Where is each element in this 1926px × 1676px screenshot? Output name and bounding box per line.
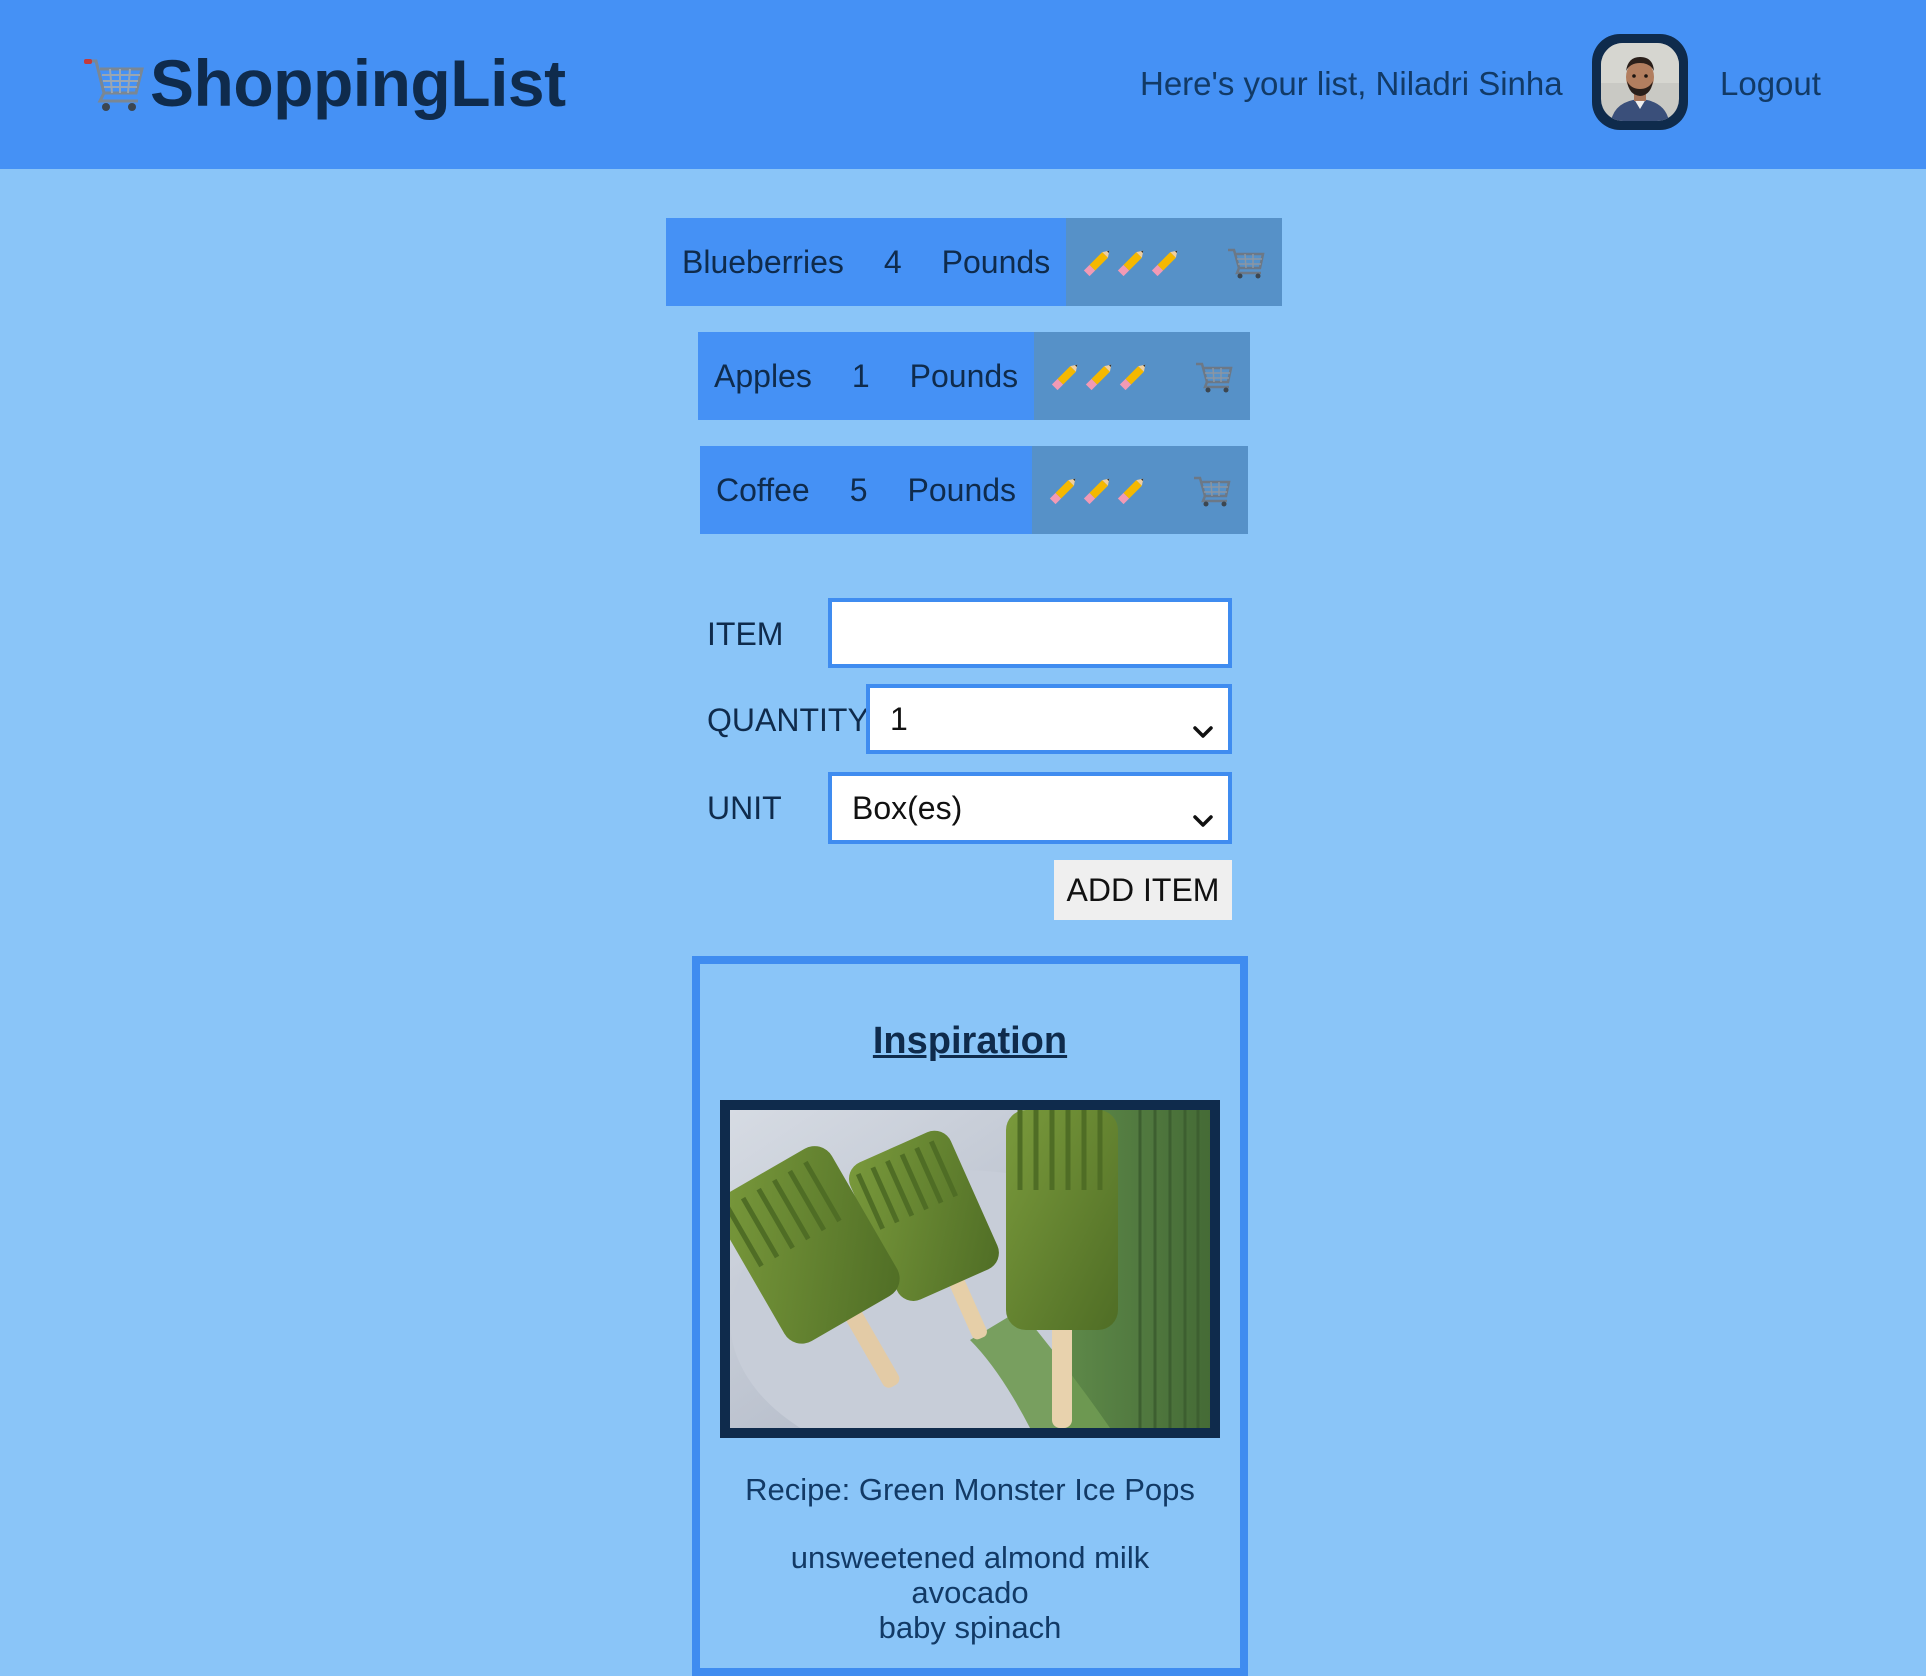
user-avatar[interactable]	[1592, 34, 1688, 130]
list-item: Apples 1 Pounds	[698, 332, 1250, 420]
top-nav-bar: ShoppingList Here's your list, Niladri S…	[0, 0, 1926, 169]
item-unit: Pounds	[909, 357, 1019, 394]
cart-icon[interactable]	[1226, 244, 1266, 280]
unit-label: UNIT	[707, 790, 782, 826]
add-item-button[interactable]: ADD ITEM	[1054, 860, 1232, 920]
cart-icon[interactable]	[1194, 358, 1234, 394]
cart-icon[interactable]	[1192, 472, 1232, 508]
recipe-image[interactable]	[730, 1110, 1210, 1428]
ingredient-item: baby spinach	[878, 1610, 1062, 1645]
list-item-details: Coffee 5 Pounds	[700, 446, 1032, 534]
inspiration-panel: Inspiration Recipe: Green Monster Ice Po…	[692, 956, 1248, 1676]
chevron-down-icon	[1192, 800, 1214, 837]
logout-link[interactable]: Logout	[1720, 62, 1821, 106]
brand-title: ShoppingList	[150, 46, 566, 120]
item-unit: Pounds	[941, 243, 1051, 280]
unit-select[interactable]: Box(es)	[828, 772, 1232, 844]
edit-pencil-icon[interactable]	[1048, 358, 1150, 394]
item-quantity: 5	[849, 471, 868, 508]
inspiration-title[interactable]: Inspiration	[700, 1020, 1240, 1063]
item-label: ITEM	[707, 616, 784, 652]
edit-pencil-icon[interactable]	[1046, 472, 1148, 508]
avatar-photo	[1601, 43, 1679, 121]
brand-logo[interactable]: ShoppingList	[82, 46, 566, 121]
shopping-cart-icon	[82, 51, 148, 117]
recipe-image-frame	[720, 1100, 1220, 1438]
quantity-selected-value: 1	[890, 700, 908, 737]
list-item-details: Apples 1 Pounds	[698, 332, 1034, 420]
list-item: Blueberries 4 Pounds	[666, 218, 1282, 306]
list-item-details: Blueberries 4 Pounds	[666, 218, 1066, 306]
chevron-down-icon	[1192, 711, 1214, 748]
item-quantity: 1	[851, 357, 870, 394]
greeting-text: Here's your list, Niladri Sinha	[1140, 65, 1563, 102]
item-name: Apples	[714, 357, 812, 394]
list-item-actions	[1066, 218, 1282, 306]
recipe-title: Recipe: Green Monster Ice Pops	[745, 1472, 1195, 1507]
item-quantity: 4	[883, 243, 902, 280]
ingredient-item: avocado	[911, 1575, 1029, 1610]
list-item-actions	[1034, 332, 1250, 420]
quantity-label: QUANTITY	[707, 702, 869, 738]
ingredient-item: unsweetened almond milk	[790, 1540, 1150, 1575]
quantity-select[interactable]: 1	[866, 684, 1232, 754]
item-input[interactable]	[828, 598, 1232, 668]
edit-pencil-icon[interactable]	[1080, 244, 1182, 280]
item-name: Coffee	[716, 471, 810, 508]
list-item: Coffee 5 Pounds	[700, 446, 1248, 534]
list-item-actions	[1032, 446, 1248, 534]
unit-selected-value: Box(es)	[852, 789, 963, 826]
item-name: Blueberries	[682, 243, 844, 280]
ingredient-list: unsweetened almond milk avocado baby spi…	[700, 1540, 1240, 1645]
item-unit: Pounds	[907, 471, 1017, 508]
